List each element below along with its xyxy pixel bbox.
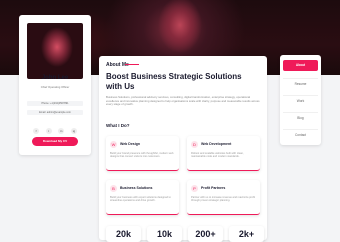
profile-phone: Phone: +1(234)4567891 bbox=[27, 101, 83, 106]
avatar bbox=[27, 23, 83, 79]
about-description: Business Solutions, professional advisor… bbox=[106, 95, 260, 107]
business-solutions-icon: B bbox=[110, 185, 117, 192]
profile-role: Chief Operating Officer bbox=[40, 85, 70, 89]
service-title: Profit Partners bbox=[201, 186, 226, 190]
nav-item-work[interactable]: Work bbox=[283, 96, 318, 107]
service-description: Partner with us to increase revenue and … bbox=[191, 196, 256, 203]
service-description: Build your brand presence with thoughtfu… bbox=[110, 152, 174, 159]
instagram-icon[interactable]: ig bbox=[70, 128, 77, 134]
nav-item-blog[interactable]: Blog bbox=[283, 113, 318, 124]
service-card-web-development[interactable]: D Web Development Robust and scalable we… bbox=[187, 136, 260, 171]
web-design-icon: W bbox=[110, 141, 117, 148]
web-development-icon: D bbox=[191, 141, 198, 148]
nav-item-contact[interactable]: Contact bbox=[283, 130, 318, 141]
profit-partners-icon: P bbox=[191, 185, 198, 192]
service-card-web-design[interactable]: W Web Design Build your brand presence w… bbox=[106, 136, 179, 171]
linkedin-icon[interactable]: in bbox=[58, 128, 65, 134]
service-card-profit-partners[interactable]: P Profit Partners Partner with us to inc… bbox=[187, 180, 260, 215]
service-card-business-solutions[interactable]: B Business Solutions Build your business… bbox=[106, 180, 179, 215]
service-description: Robust and scalable websites built with … bbox=[191, 152, 244, 159]
profile-name: John Lee bbox=[41, 75, 69, 81]
about-panel: About Me Boost Business Strategic Soluti… bbox=[99, 56, 267, 242]
twitter-icon[interactable]: t bbox=[45, 128, 52, 134]
profile-card: John Lee Chief Operating Officer Phone: … bbox=[19, 15, 91, 155]
section-label-about: About Me bbox=[106, 62, 129, 68]
service-description: Build your business with expert solution… bbox=[110, 196, 171, 203]
download-cv-button[interactable]: Download My CV bbox=[32, 137, 78, 146]
profile-email: Email: admin@example.com bbox=[27, 110, 83, 115]
side-nav: About Resume Work Blog Contact bbox=[280, 55, 321, 145]
section-underline bbox=[125, 64, 139, 65]
service-title: Business Solutions bbox=[120, 186, 153, 190]
service-title: Web Development bbox=[201, 142, 232, 146]
nav-item-about[interactable]: About bbox=[283, 60, 318, 71]
nav-item-resume[interactable]: Resume bbox=[283, 79, 318, 90]
hero-portrait-image bbox=[140, 0, 220, 60]
page-title: Boost Business Strategic Solutions with … bbox=[106, 72, 242, 91]
section-label-services: What I Do? bbox=[106, 123, 130, 128]
facebook-icon[interactable]: f bbox=[33, 128, 39, 134]
service-title: Web Design bbox=[120, 142, 140, 146]
social-links: f t in ig bbox=[33, 128, 77, 134]
